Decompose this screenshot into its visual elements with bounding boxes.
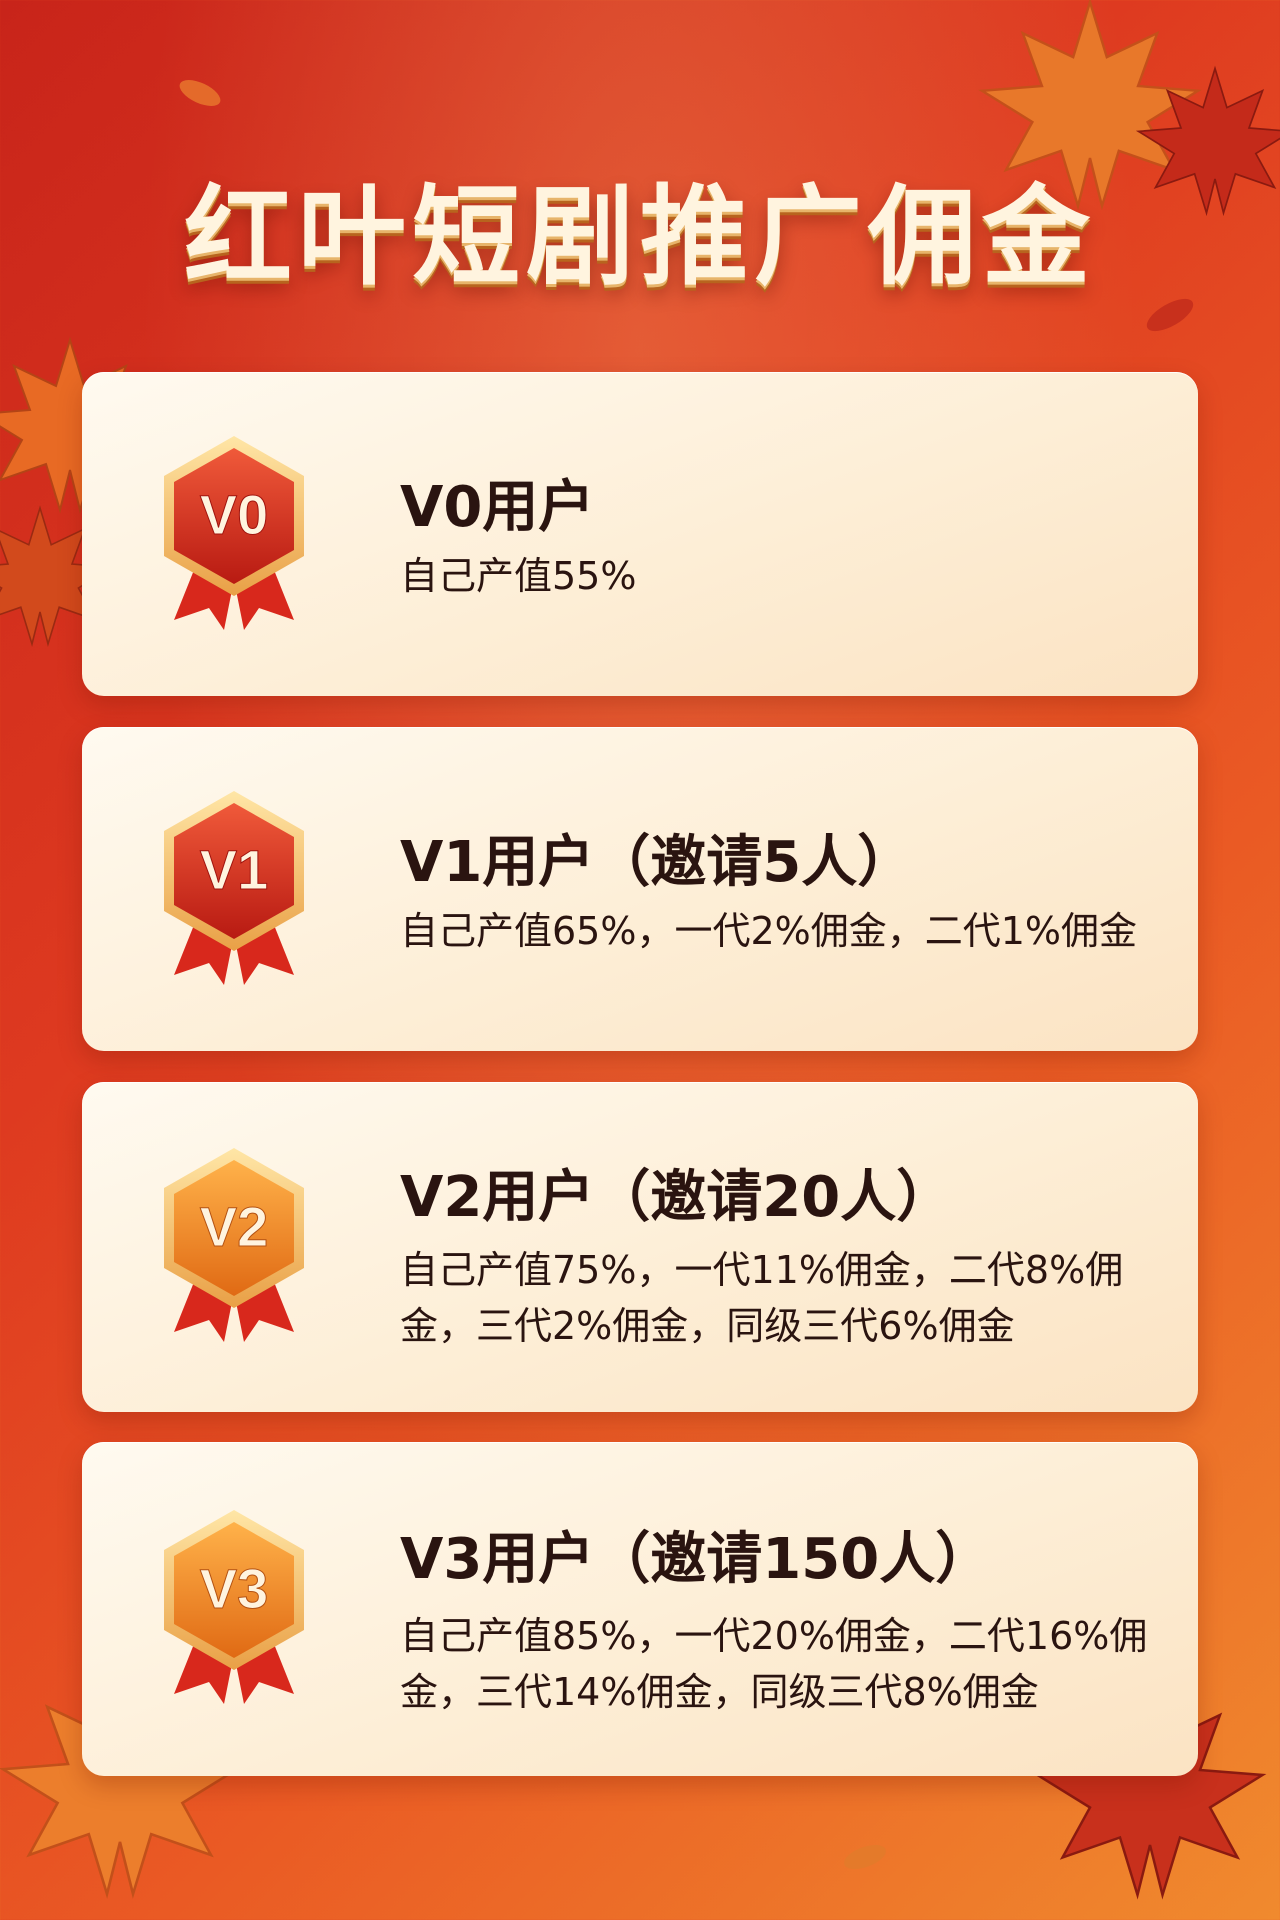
- badge-label: V1: [200, 838, 269, 901]
- badge-label: V3: [200, 1557, 269, 1620]
- level-title: V3用户（邀请150人）: [400, 1527, 992, 1592]
- v1-badge-icon: V1: [164, 791, 304, 985]
- level-description: 自己产值55%: [400, 554, 637, 598]
- level-card-v3: V3 V3用户（邀请150人） 自己产值85%，一代20%佣金，二代16%佣金，…: [82, 1442, 1198, 1776]
- level-title: V2用户（邀请20人）: [400, 1165, 953, 1230]
- badge-label: V0: [200, 483, 269, 546]
- level-card-v0: V0 V0用户 自己产值55%: [82, 372, 1198, 696]
- level-card-v2: V2 V2用户（邀请20人） 自己产值75%，一代11%佣金，二代8%佣金，三代…: [82, 1082, 1198, 1412]
- falling-leaf-icon: [844, 1844, 886, 1870]
- level-description: 自己产值85%，一代20%佣金，二代16%佣金，三代14%佣金，同级三代8%佣金: [400, 1614, 1148, 1714]
- level-description: 自己产值65%，一代2%佣金，二代1%佣金: [400, 909, 1138, 953]
- level-card-v1: V1 V1用户（邀请5人） 自己产值65%，一代2%佣金，二代1%佣金: [82, 727, 1198, 1051]
- badge-label: V2: [200, 1195, 269, 1258]
- page-title: 红叶短剧推广佣金: [183, 175, 1096, 300]
- v3-badge-icon: V3: [164, 1510, 304, 1704]
- falling-leaf-icon: [179, 80, 221, 106]
- v2-badge-icon: V2: [164, 1148, 304, 1342]
- level-title: V1用户（邀请5人）: [400, 830, 914, 895]
- level-description: 自己产值75%，一代11%佣金，二代8%佣金，三代2%佣金，同级三代6%佣金: [400, 1248, 1124, 1348]
- v0-badge-icon: V0: [164, 436, 304, 630]
- level-title: V0用户: [400, 475, 595, 540]
